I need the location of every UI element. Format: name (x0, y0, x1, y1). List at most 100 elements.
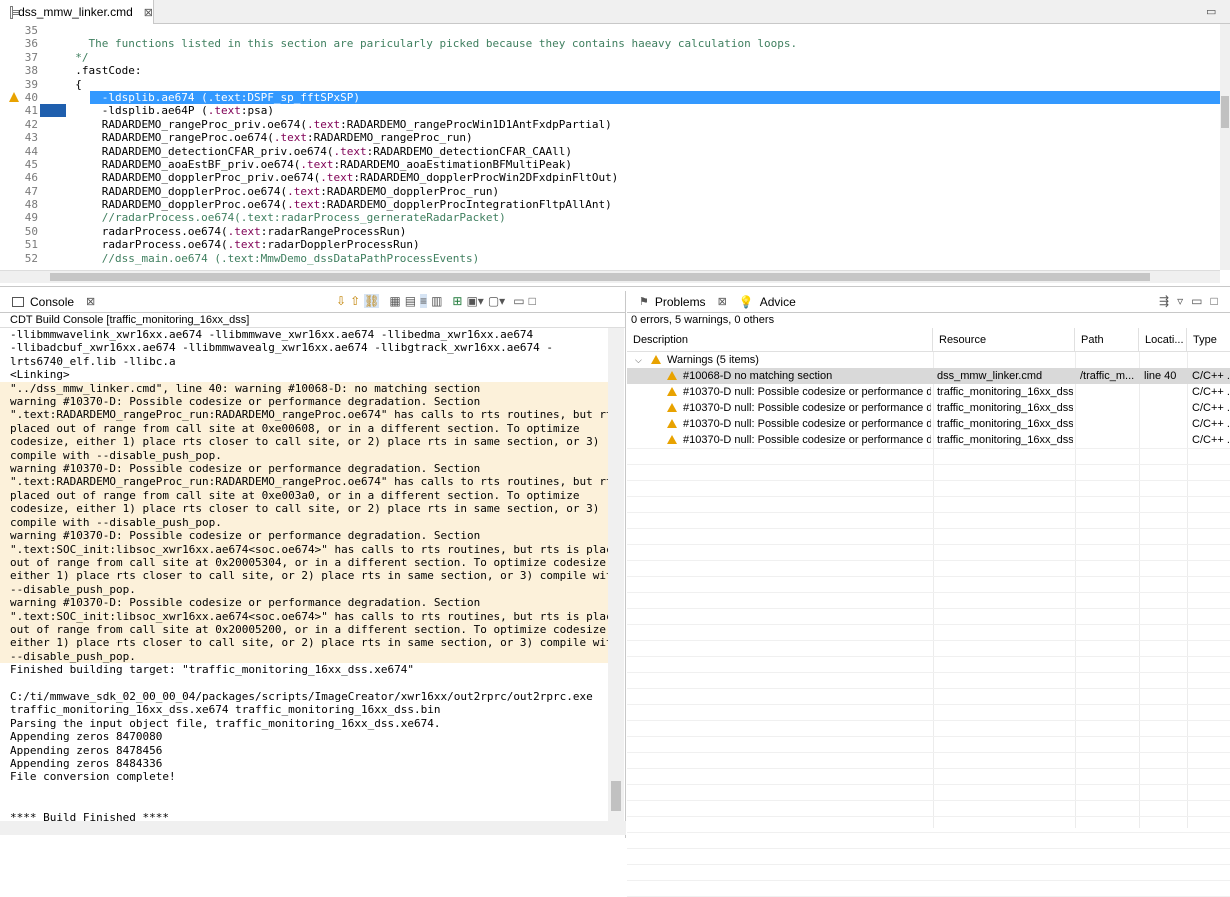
scroll-up-icon[interactable]: ⇧ (350, 294, 360, 308)
row-divider (627, 576, 1230, 577)
console-icon (12, 296, 24, 307)
console-line: placed out of range from call site at 0x… (0, 488, 608, 503)
code-line[interactable]: 43 RADARDEMO_rangeProc.oe674(.text:RADAR… (0, 131, 1220, 144)
problem-description: #10370-D null: Possible codesize or perf… (683, 402, 931, 414)
tab-advice[interactable]: Advice (760, 295, 796, 309)
tab-problems[interactable]: Problems (655, 295, 706, 309)
code-line[interactable]: 49 //radarProcess.oe674(.text:radarProce… (0, 211, 1220, 224)
problem-path (1080, 432, 1138, 448)
column-header-description[interactable]: Description (627, 328, 933, 352)
filter-icon[interactable]: ⇶ (1159, 294, 1169, 308)
link-icon[interactable]: ⛓ (364, 294, 380, 308)
code-line[interactable]: 52 //dss_main.oe674 (.text:MmwDemo_dssDa… (0, 252, 1220, 265)
console-vertical-scrollbar[interactable] (608, 328, 624, 821)
problem-type: C/C++ ... (1192, 386, 1230, 398)
column-header-location[interactable]: Locati... (1139, 328, 1187, 352)
code-text: radarProcess.oe674(.text:radarRangeProce… (62, 224, 407, 238)
console-line: ".text:RADARDEMO_rangeProc_run:RADARDEMO… (0, 408, 608, 422)
view-menu-icon[interactable]: ▿ (1177, 294, 1183, 308)
line-number: 47 (24, 184, 38, 198)
row-divider (627, 752, 1230, 753)
display-console-icon[interactable]: ▣▾ (466, 294, 483, 308)
warnings-group-row[interactable]: ⌵ Warnings (5 items) (627, 352, 1230, 368)
clear-console-icon[interactable]: ▤ (405, 294, 416, 308)
warning-icon (667, 387, 677, 396)
console-line: <Linking> (10, 368, 70, 382)
console-line: Appending zeros 8484336 (10, 757, 163, 770)
close-icon[interactable]: ⊠ (86, 295, 95, 308)
editor-vertical-scrollbar[interactable] (1220, 24, 1230, 270)
code-line[interactable]: 37 */ (0, 51, 1220, 64)
copy-icon[interactable]: ▦ (389, 294, 400, 308)
console-horizontal-scrollbar[interactable] (0, 821, 626, 835)
code-line[interactable]: 39 { (0, 78, 1220, 91)
tab-console[interactable]: Console (30, 295, 74, 309)
code-line[interactable]: 45 RADARDEMO_aoaEstBF_priv.oe674(.text:R… (0, 158, 1220, 171)
console-scroll-thumb[interactable] (611, 781, 621, 811)
code-line[interactable]: 40 -ldsplib.ae674 (.text:DSPF_sp_fftSPxS… (0, 90, 1220, 105)
expand-chevron-icon[interactable]: ⌵ (635, 352, 642, 368)
tab-dss-mmw-linker[interactable]: dss_mmw_linker.cmd ⊠ (0, 0, 154, 24)
line-number: 41 (24, 104, 38, 118)
close-icon[interactable]: ⊠ (144, 6, 153, 19)
line-number: 37 (24, 50, 38, 64)
code-area[interactable]: 35 36 The functions listed in this sectio… (0, 24, 1220, 270)
editor-hscroll-thumb[interactable] (50, 273, 1150, 281)
problem-row[interactable]: #10370-D null: Possible codesize or perf… (627, 384, 1230, 400)
editor-scroll-thumb[interactable] (1221, 96, 1229, 128)
problem-row[interactable]: #10370-D null: Possible codesize or perf… (627, 400, 1230, 416)
code-line[interactable]: 38 .fastCode: (0, 64, 1220, 77)
console-line: -llibadcbuf_xwr16xx.ae674 -llibmmwavealg… (10, 341, 554, 355)
row-divider (627, 560, 1230, 561)
console-line: Parsing the input object file, traffic_m… (10, 716, 441, 730)
problem-type: C/C++ ... (1192, 402, 1230, 414)
column-header-path[interactable]: Path (1075, 328, 1139, 352)
new-console-icon[interactable]: ▢▾ (488, 294, 505, 308)
code-line[interactable]: 35 (0, 24, 1220, 37)
console-tab-bar: Console ⊠ ⇩ ⇧ ⛓ ▦ ▤ ≡ ▥ ⊞ ▣▾ ▢▾ ▭ □ (0, 291, 625, 313)
minimize-icon[interactable]: ▭ (1191, 294, 1202, 308)
minimize-icon[interactable]: ▭ (1206, 5, 1216, 18)
problem-row[interactable]: #10370-D null: Possible codesize or perf… (627, 416, 1230, 432)
console-output[interactable]: -llibmmwavelink_xwr16xx.ae674 -llibmmwav… (0, 328, 608, 821)
problem-path (1080, 400, 1138, 416)
code-line[interactable]: 51 radarProcess.oe674(.text:radarDoppler… (0, 238, 1220, 251)
code-line[interactable]: 48 RADARDEMO_dopplerProc.oe674(.text:RAD… (0, 198, 1220, 211)
maximize-icon[interactable]: □ (1210, 294, 1217, 308)
line-number: 36 (24, 37, 38, 51)
scroll-lock-icon[interactable]: ⇩ (336, 294, 346, 308)
problem-location: line 40 (1144, 370, 1177, 382)
row-divider (627, 592, 1230, 593)
row-divider (627, 496, 1230, 497)
line-number: 35 (24, 24, 38, 37)
code-line[interactable]: 42 RADARDEMO_rangeProc_priv.oe674(.text:… (0, 118, 1220, 131)
close-icon[interactable]: ⊠ (718, 295, 727, 308)
code-text: radarProcess.oe674(.text:radarDopplerPro… (62, 238, 420, 252)
code-line[interactable]: 50 radarProcess.oe674(.text:radarRangePr… (0, 225, 1220, 238)
problem-resource: dss_mmw_linker.cmd (937, 370, 1043, 382)
minimize-icon[interactable]: ▭ (513, 294, 524, 308)
code-line[interactable]: 36 The functions listed in this section … (0, 37, 1220, 50)
code-line[interactable]: 47 RADARDEMO_dopplerProc.oe674(.text:RAD… (0, 185, 1220, 198)
code-line[interactable]: 44 RADARDEMO_detectionCFAR_priv.oe674(.t… (0, 145, 1220, 158)
problem-row[interactable]: #10370-D null: Possible codesize or perf… (627, 432, 1230, 448)
code-line[interactable]: 41 -ldsplib.ae64P (.text:psa) (0, 104, 1220, 118)
word-wrap-icon[interactable]: ≡ (420, 294, 428, 308)
pin-icon[interactable]: ▥ (431, 294, 442, 308)
problem-location (1144, 400, 1186, 416)
code-text: -ldsplib.ae64P (.text:psa) (62, 104, 274, 118)
console-line: either 1) place rts closer to call site,… (0, 636, 608, 650)
code-line[interactable]: 46 RADARDEMO_dopplerProc_priv.oe674(.tex… (0, 171, 1220, 184)
column-header-resource[interactable]: Resource (933, 328, 1075, 352)
row-divider (627, 544, 1230, 545)
problem-row[interactable]: #10068-D no matching section dss_mmw_link… (627, 368, 1230, 384)
problems-icon: ⚑ (639, 296, 649, 308)
problem-resource: traffic_monitoring_16xx_dss (937, 386, 1073, 398)
column-header-type[interactable]: Type (1187, 328, 1230, 352)
row-divider (627, 864, 1230, 865)
maximize-icon[interactable]: □ (529, 294, 536, 308)
open-console-icon[interactable]: ⊞ (452, 294, 462, 308)
row-divider (627, 608, 1230, 609)
code-text: The functions listed in this section are… (62, 37, 798, 51)
